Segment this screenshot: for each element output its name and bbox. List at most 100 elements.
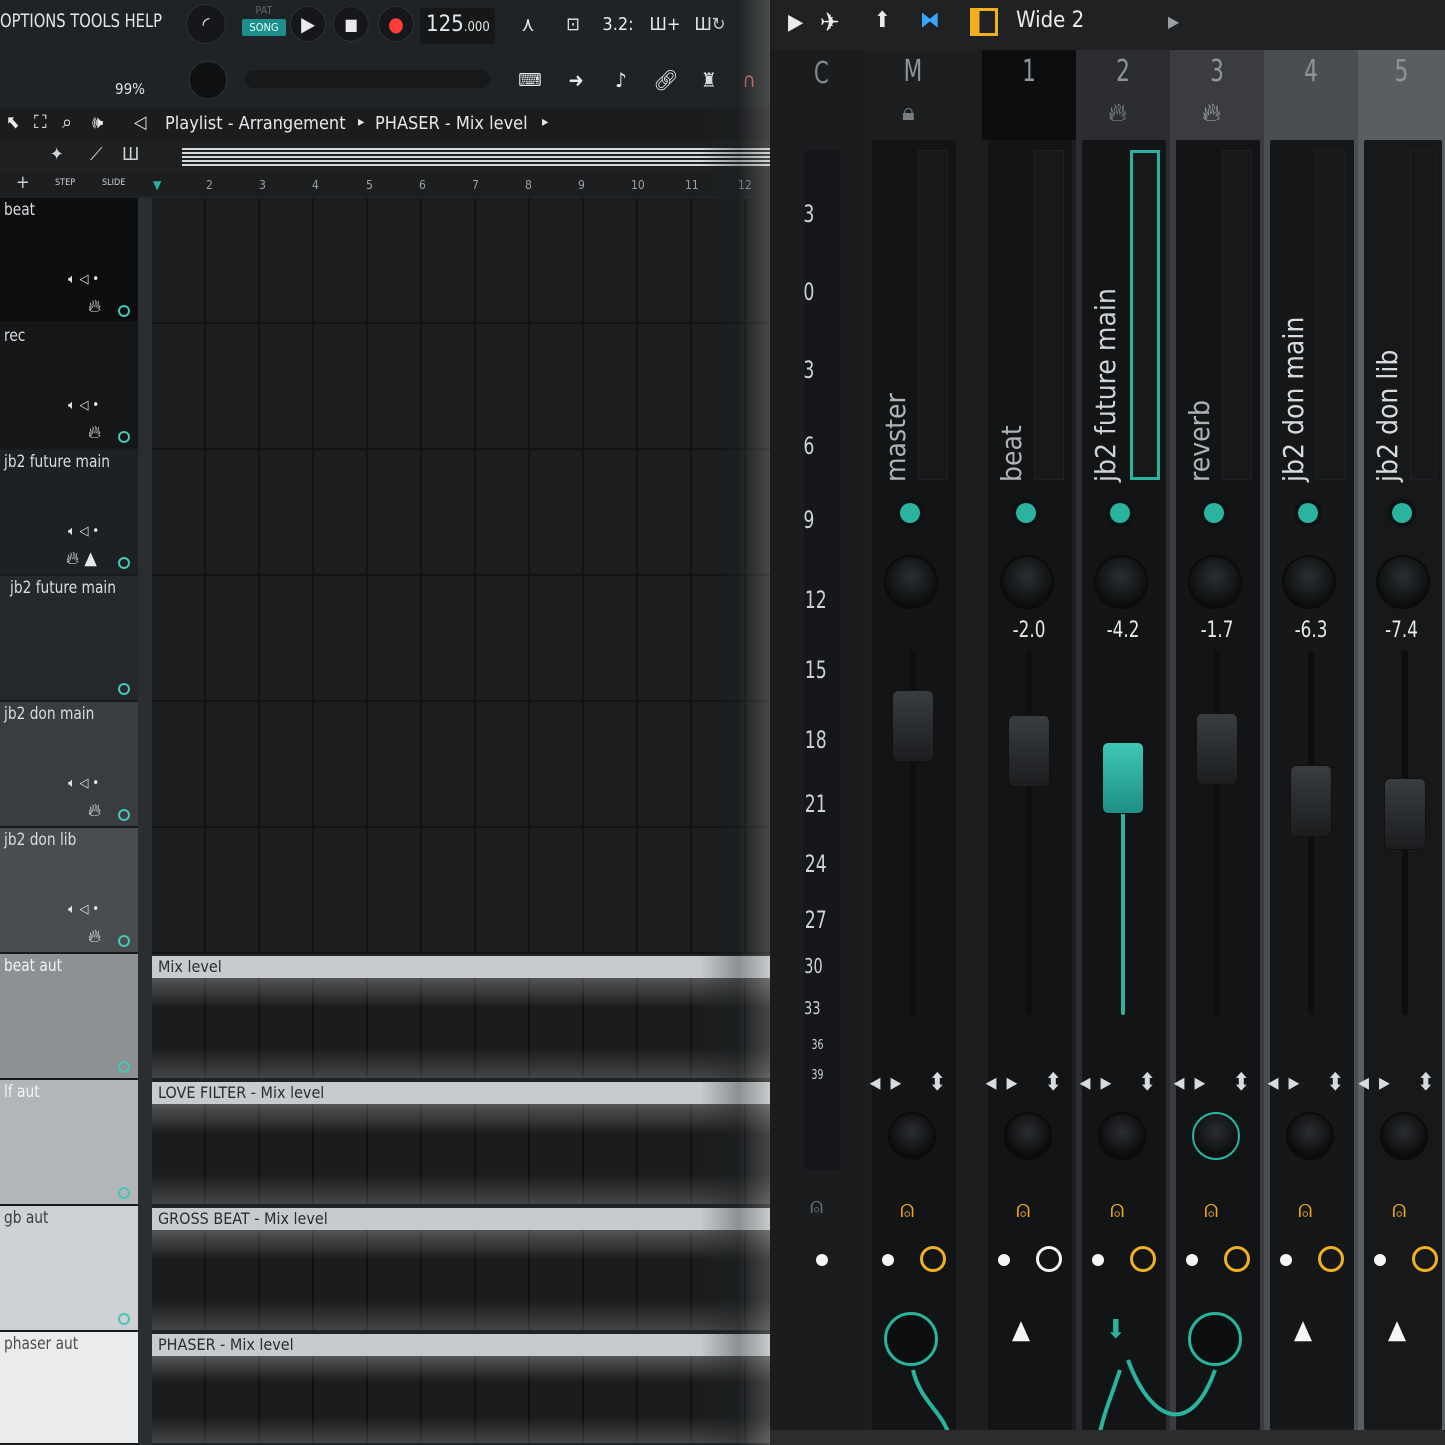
song-position-slider[interactable] [245,70,490,88]
automation-clip-title: PHASER - Mix level [152,1334,770,1356]
plugin-icon[interactable]: ♜ [693,64,725,96]
magnet-icon[interactable]: ∩ [735,64,763,96]
track-active-indicator[interactable] [118,305,130,317]
track-lane[interactable] [152,324,770,450]
track-active-indicator[interactable] [118,1187,130,1199]
track-name: jb2 don lib [4,830,77,850]
mute-icon[interactable]: 🔈︎ ◁ • [68,902,99,917]
automation-clip-title: Mix level [152,956,770,978]
track-lane[interactable] [152,198,770,324]
track-active-indicator[interactable] [118,1313,130,1325]
routing-cables [911,1359,1217,1433]
track-header[interactable]: phaser aut [0,1332,138,1445]
arrow-right-icon[interactable]: ➜ [560,64,592,96]
track-name: jb2 future main [10,578,116,598]
ruler-tick: 7 [472,178,479,192]
fire-icon: 🔥︎ [88,296,102,317]
master-volume-icon[interactable]: ◜ [186,4,226,44]
playhead-marker[interactable]: ▼ [153,178,161,192]
track-active-indicator[interactable] [118,683,130,695]
audio-clip-icon[interactable]: ✦ [50,144,64,165]
metronome-icon[interactable]: ⋏ [510,8,546,40]
track-header[interactable]: jb2 future main [0,576,138,702]
mute-icon[interactable]: 🔈︎ ◁ • [68,398,99,413]
track-active-indicator[interactable] [118,431,130,443]
timeline-ruler[interactable]: ▼ 2 3 4 5 6 7 8 9 10 11 12 [150,172,770,196]
stop-icon[interactable]: ■ [333,6,369,42]
track-lane[interactable] [152,702,770,828]
automation-clip-body [152,1356,770,1443]
tempo-display[interactable]: 125.000 [420,8,495,44]
track-name: beat aut [4,956,62,976]
ruler-tick: 10 [631,178,645,192]
fire-icon: 🔥︎ ▲ [66,548,97,569]
automation-clip[interactable]: GROSS BEAT - Mix level [152,1208,770,1332]
track-lane[interactable] [152,576,770,702]
play-icon[interactable]: ▶ [290,6,326,42]
track-header[interactable]: lf aut [0,1080,138,1206]
fire-icon: 🔥︎ [88,926,102,947]
track-lane[interactable] [152,450,770,576]
fire-icon: 🔥︎ [88,800,102,821]
mute-icon[interactable]: 🔈︎ ◁ • [68,524,99,539]
tempo-decimal: .000 [463,20,490,35]
pat-song-toggle[interactable]: PAT SONG [242,4,286,46]
mixer-panel: ▶ ✈ ⬆ ⧓ Wide 2 ▶ C 3 0 3 6 9 12 15 18 21… [770,0,1445,1445]
track-header[interactable]: beat 🔈︎ ◁ • 🔥︎ [0,198,138,324]
track-active-indicator[interactable] [118,935,130,947]
step-toggle[interactable]: STEP [55,178,75,188]
automation-clip[interactable]: LOVE FILTER - Mix level [152,1082,770,1206]
tempo-value: 125 [426,12,464,37]
pencil-icon[interactable]: ♪ [605,64,637,96]
snap-icon[interactable]: ⬉ [6,112,20,133]
track-header[interactable]: gb aut [0,1206,138,1332]
mute-icon[interactable]: 🔈︎ ◁ • [68,272,99,287]
automation-icon[interactable]: ⟋ [90,144,103,165]
track-active-indicator[interactable] [118,557,130,569]
track-header[interactable]: jb2 future main 🔈︎ ◁ • 🔥︎ ▲ [0,450,138,576]
track-name: phaser aut [4,1334,79,1354]
track-name: gb aut [4,1208,49,1228]
pat-label: PAT [255,4,273,17]
link-icon[interactable]: 🔗︎ [650,64,682,96]
automation-clip[interactable]: PHASER - Mix level [152,1334,770,1445]
track-name: jb2 future main [4,452,110,472]
ruler-tick: 8 [525,178,532,192]
track-header[interactable]: jb2 don lib 🔈︎ ◁ • 🔥︎ [0,828,138,954]
options-arrow-icon[interactable]: ◁ [134,112,146,133]
ruler-tick: 2 [206,178,213,192]
mixer-scrollbar[interactable] [770,1430,1445,1445]
wait-icon[interactable]: ⊡ [555,8,591,40]
ruler-tick: 11 [685,178,699,192]
fire-icon: 🔥︎ [88,422,102,443]
track-divider [138,198,152,1445]
automation-clip[interactable]: Mix level [152,956,770,1080]
track-active-indicator[interactable] [118,809,130,821]
blend-icon[interactable]: Ш+ [645,8,685,40]
master-pitch-knob[interactable] [188,60,228,100]
typing-keyboard-icon[interactable]: ⌨ [510,64,550,96]
record-icon[interactable]: ● [378,6,414,42]
add-track-icon[interactable]: + [16,172,30,193]
ruler-tick: 3 [259,178,266,192]
ruler-tick: 6 [419,178,426,192]
track-active-indicator[interactable] [118,1061,130,1073]
breadcrumb-target[interactable]: PHASER - Mix level [375,113,528,134]
speaker-icon[interactable]: 🕪︎ [92,112,103,133]
pattern-icon[interactable]: Ш [122,144,139,165]
mute-icon[interactable]: 🔈︎ ◁ • [68,776,99,791]
ruler-tick: 4 [312,178,319,192]
automation-clip-body [152,1104,770,1204]
track-name: jb2 don main [4,704,95,724]
countdown-icon[interactable]: 3.2: [600,8,636,40]
main-menu[interactable]: OPTIONS TOOLS HELP [0,10,162,32]
track-header[interactable]: rec 🔈︎ ◁ • 🔥︎ [0,324,138,450]
track-header[interactable]: beat aut [0,954,138,1080]
slide-toggle[interactable]: SLIDE [102,178,125,188]
track-lane[interactable] [152,828,770,954]
overview-scrollbar[interactable] [182,148,770,166]
track-header[interactable]: jb2 don main 🔈︎ ◁ • 🔥︎ [0,702,138,828]
loop-record-icon[interactable]: Ш↻ [690,8,730,40]
zoom-icon[interactable]: ⌕ [62,112,72,133]
fullscreen-icon[interactable]: ⛶ [34,112,47,133]
